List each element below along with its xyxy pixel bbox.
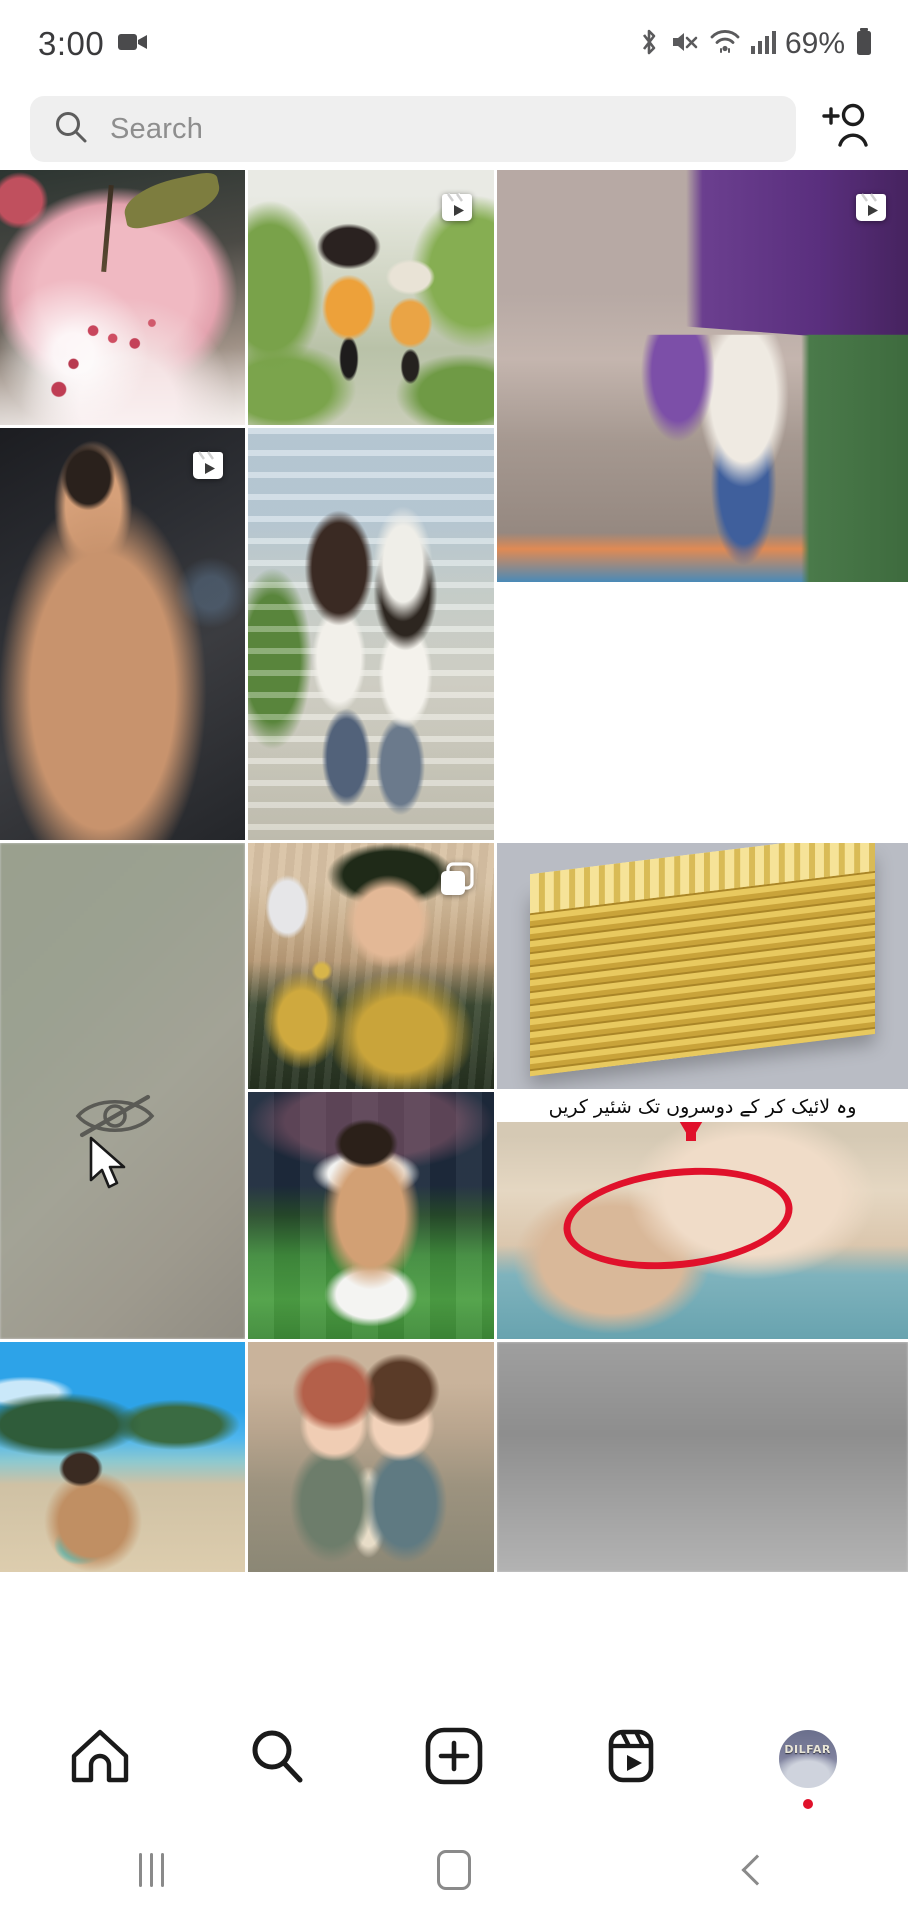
bluetooth-icon <box>637 27 661 62</box>
tab-home[interactable] <box>41 1711 159 1807</box>
mouse-cursor-icon <box>88 1136 134 1194</box>
explore-tile[interactable] <box>248 428 494 840</box>
explore-tile[interactable] <box>0 428 245 840</box>
battery-percent-label: 69% <box>784 27 845 60</box>
avatar-label: DILFAR <box>784 1743 831 1757</box>
explore-tile[interactable] <box>497 170 908 582</box>
mute-icon <box>670 27 700 62</box>
explore-tile[interactable] <box>497 1342 908 1572</box>
status-clock: 3:00 <box>38 25 105 62</box>
explore-grid: وہ لائیک کر کے دوسروں تک شئیر کریں <box>0 170 908 1677</box>
apple-stem <box>101 185 115 273</box>
recents-icon <box>138 1853 164 1887</box>
add-person-icon <box>818 101 874 158</box>
back-button[interactable] <box>697 1835 817 1905</box>
avatar: DILFAR <box>776 1727 839 1790</box>
bottom-tab-bar: DILFAR <box>0 1697 908 1820</box>
tile-overlay-text: وہ لائیک کر کے دوسروں تک شئیر کریں <box>497 1092 908 1122</box>
android-nav-bar <box>0 1820 908 1920</box>
tile-image-5 <box>248 428 494 840</box>
explore-tile[interactable]: وہ لائیک کر کے دوسروں تک شئیر کریں <box>497 1092 908 1339</box>
explore-tile[interactable] <box>0 170 245 425</box>
battery-icon <box>854 27 874 62</box>
search-bar[interactable]: Search <box>30 96 796 162</box>
status-bar: 3:00 69% <box>0 0 908 88</box>
tab-search[interactable] <box>218 1711 336 1807</box>
back-chevron-icon <box>741 1854 773 1886</box>
explore-tile[interactable] <box>248 170 494 425</box>
recents-button[interactable] <box>91 1835 211 1905</box>
tile-image-1 <box>0 170 245 425</box>
status-bar-right: 69% <box>637 27 874 62</box>
tile-image-9 <box>248 1092 494 1339</box>
tile-image-3 <box>497 170 908 582</box>
explore-tile[interactable] <box>248 1342 494 1572</box>
status-bar-left: 3:00 <box>38 25 148 63</box>
search-icon <box>248 1727 306 1790</box>
home-square-icon <box>436 1850 471 1890</box>
eye-slash-icon <box>74 1091 156 1141</box>
apple-leaf <box>119 170 224 231</box>
red-arrow-annotation <box>677 1115 704 1142</box>
add-person-button[interactable] <box>810 96 882 162</box>
tile-image-4 <box>0 428 245 840</box>
explore-tile[interactable] <box>0 1342 245 1572</box>
cellular-signal-icon <box>750 28 776 61</box>
home-icon <box>69 1727 131 1790</box>
tab-profile[interactable]: DILFAR <box>749 1711 867 1809</box>
wifi-icon <box>709 27 741 62</box>
tile-image-2 <box>248 170 494 425</box>
home-button[interactable] <box>394 1835 514 1905</box>
tab-create[interactable] <box>395 1711 513 1807</box>
tile-image-7 <box>248 843 494 1089</box>
tile-image-12 <box>248 1342 494 1572</box>
explore-tile[interactable] <box>248 1092 494 1339</box>
screen-recorder-icon <box>118 31 148 58</box>
explore-tile[interactable] <box>497 843 908 1089</box>
explore-tile[interactable] <box>248 843 494 1089</box>
notification-dot <box>802 1798 813 1809</box>
search-input[interactable]: Search <box>110 113 203 146</box>
search-icon <box>54 110 88 149</box>
reels-icon <box>603 1726 659 1791</box>
tile-image-8 <box>497 843 908 1089</box>
tab-reels[interactable] <box>572 1711 690 1807</box>
tile-image-11 <box>0 1342 245 1572</box>
tile-image-13 <box>497 1342 908 1572</box>
explore-header: Search <box>0 88 908 170</box>
explore-tile[interactable] <box>0 843 245 1339</box>
plus-box-icon <box>424 1726 484 1791</box>
